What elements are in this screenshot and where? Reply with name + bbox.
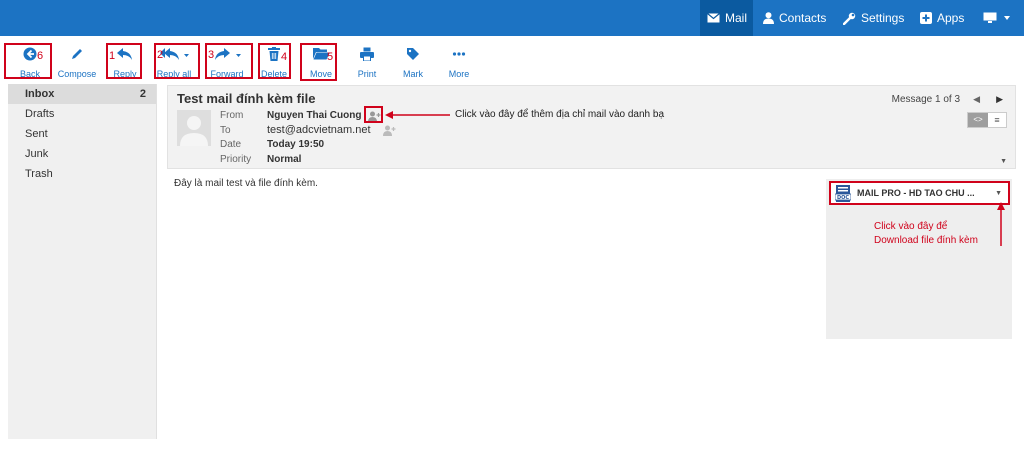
ellipsis-icon (434, 47, 484, 67)
step-2-label: 2 (157, 49, 164, 61)
step-4-label: 4 (281, 51, 288, 63)
folder-label: Trash (25, 168, 53, 180)
attachment-name: MAIL PRO - HD TAO CHU ... (857, 188, 975, 198)
message-body: Đây là mail test và file đính kèm. (174, 178, 318, 189)
compose-label: Compose (57, 69, 97, 79)
date-label: Date (220, 139, 242, 150)
nav-settings-label: Settings (861, 11, 905, 25)
tag-icon (388, 47, 438, 67)
wrench-icon (843, 12, 856, 25)
doc-file-icon: DOC (834, 185, 852, 207)
nav-display[interactable] (983, 0, 1015, 36)
person-icon (763, 12, 774, 24)
add-contact-icon[interactable] (383, 123, 396, 141)
text-view-icon[interactable]: ≡ (988, 113, 1006, 127)
folder-trash[interactable]: Trash (8, 164, 156, 184)
folder-label: Sent (25, 128, 48, 140)
sender-avatar (177, 110, 211, 146)
nav-apps[interactable]: Apps (920, 0, 964, 36)
more-button[interactable]: More (434, 44, 484, 80)
prev-message-icon[interactable]: ◀ (973, 94, 980, 105)
download-note-line1: Click vào đây để (874, 221, 948, 232)
nav-contacts[interactable]: Contacts (763, 0, 826, 36)
nav-settings[interactable]: Settings (843, 0, 904, 36)
date-value: Today 19:50 (267, 139, 325, 150)
priority-label: Priority (220, 154, 252, 165)
message-header: Test mail đính kèm file From Nguyen Thai… (167, 85, 1016, 169)
code-view-icon[interactable]: <> (968, 113, 988, 127)
monitor-icon (983, 12, 997, 23)
back-highlight (4, 43, 52, 79)
more-label: More (448, 69, 470, 79)
unread-count: 2 (139, 88, 146, 100)
nav-mail[interactable]: Mail (707, 0, 747, 36)
attachment-menu-icon[interactable]: ▼ (995, 190, 1002, 197)
plus-square-icon (920, 12, 932, 24)
folder-label: Inbox (25, 88, 55, 100)
to-label: To (220, 125, 231, 136)
folder-sent[interactable]: Sent (8, 124, 156, 144)
compose-button[interactable]: Compose (52, 44, 102, 80)
step-5-label: 5 (327, 51, 334, 63)
add-contact-highlight (364, 106, 383, 123)
step-3-label: 3 (208, 49, 215, 61)
folder-label: Junk (25, 148, 49, 160)
message-counter: Message 1 of 3 (891, 94, 960, 105)
mark-label: Mark (403, 69, 423, 79)
add-contact-note: Click vào đây để thêm địa chỉ mail vào d… (455, 109, 665, 120)
nav-contacts-label: Contacts (779, 11, 827, 25)
folder-drafts[interactable]: Drafts (8, 104, 156, 124)
print-button[interactable]: Print (342, 44, 392, 80)
pencil-icon (52, 47, 102, 67)
caret-down-icon (1004, 16, 1010, 20)
nav-apps-label: Apps (937, 11, 965, 25)
annotation-arrow-left (385, 111, 450, 119)
print-label: Print (357, 69, 377, 79)
annotation-arrow-up (997, 202, 1005, 246)
view-switch: <> ≡ (967, 112, 1007, 128)
printer-icon (342, 47, 392, 67)
priority-value: Normal (267, 154, 302, 165)
folder-label: Drafts (25, 108, 55, 120)
mark-button[interactable]: Mark (388, 44, 438, 80)
nav-mail-label: Mail (725, 11, 748, 25)
attachment-item[interactable]: DOC MAIL PRO - HD TAO CHU ... ▼ (829, 181, 1010, 205)
download-note-line2: Download file đính kèm (874, 235, 978, 246)
step-6-label: 6 (37, 50, 44, 62)
folder-junk[interactable]: Junk (8, 144, 156, 164)
step-1-label: 1 (109, 50, 116, 62)
next-message-icon[interactable]: ▶ (996, 94, 1003, 105)
folder-inbox[interactable]: Inbox 2 (8, 84, 156, 104)
from-label: From (220, 110, 244, 121)
svg-text:DOC: DOC (837, 195, 849, 201)
expand-header-icon[interactable]: ▼ (1000, 158, 1007, 165)
to-value[interactable]: test@adcvietnam.net (267, 124, 371, 136)
folder-sidebar: Inbox 2 Drafts Sent Junk Trash (8, 84, 157, 439)
envelope-icon (707, 13, 720, 23)
from-value[interactable]: Nguyen Thai Cuong (267, 110, 361, 121)
message-subject: Test mail đính kèm file (177, 91, 316, 106)
